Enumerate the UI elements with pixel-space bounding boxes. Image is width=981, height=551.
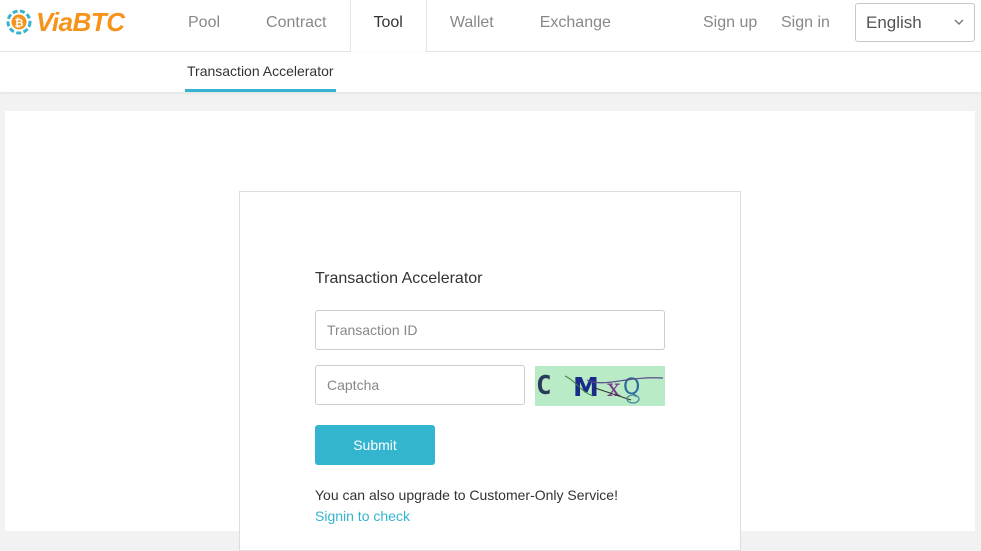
nav-item-exchange[interactable]: Exchange — [517, 0, 634, 52]
top-header: ₿ ViaBTC Pool Contract Tool Wallet Excha… — [0, 0, 981, 53]
language-select[interactable]: English — [855, 3, 975, 42]
nav-item-wallet[interactable]: Wallet — [427, 0, 517, 52]
svg-text:x: x — [607, 374, 621, 402]
signin-to-check-link[interactable]: Signin to check — [315, 508, 410, 524]
nav-item-tool[interactable]: Tool — [349, 0, 427, 53]
captcha-input[interactable] — [315, 365, 525, 405]
main-nav: Pool Contract Tool Wallet Exchange — [165, 0, 634, 53]
svg-text:C: C — [536, 371, 552, 401]
captcha-image[interactable]: C M x Q — [535, 366, 665, 406]
nav-item-pool[interactable]: Pool — [165, 0, 243, 52]
language-selected: English — [866, 13, 922, 32]
captcha-picture: C M x Q — [536, 371, 664, 404]
main-panel: Transaction Accelerator C M x Q Submit Y… — [5, 111, 975, 551]
signup-link[interactable]: Sign up — [703, 0, 757, 52]
submit-button[interactable]: Submit — [315, 425, 435, 465]
svg-text:₿: ₿ — [15, 18, 24, 30]
brand-name: ViaBTC — [36, 6, 125, 37]
transaction-id-input[interactable] — [315, 310, 665, 350]
form-title: Transaction Accelerator — [315, 270, 483, 287]
accelerator-card: Transaction Accelerator C M x Q Submit Y… — [239, 191, 741, 551]
bitcoin-ring-icon: ₿ — [6, 9, 32, 35]
sub-nav: Transaction Accelerator — [0, 52, 981, 92]
svg-text:M: M — [573, 373, 599, 403]
nav-item-contract[interactable]: Contract — [243, 0, 349, 52]
upgrade-note: You can also upgrade to Customer-Only Se… — [315, 487, 618, 503]
brand-logo[interactable]: ₿ ViaBTC — [4, 5, 125, 39]
signin-link[interactable]: Sign in — [781, 0, 830, 52]
chevron-down-icon — [954, 4, 964, 41]
tab-transaction-accelerator[interactable]: Transaction Accelerator — [185, 52, 336, 92]
